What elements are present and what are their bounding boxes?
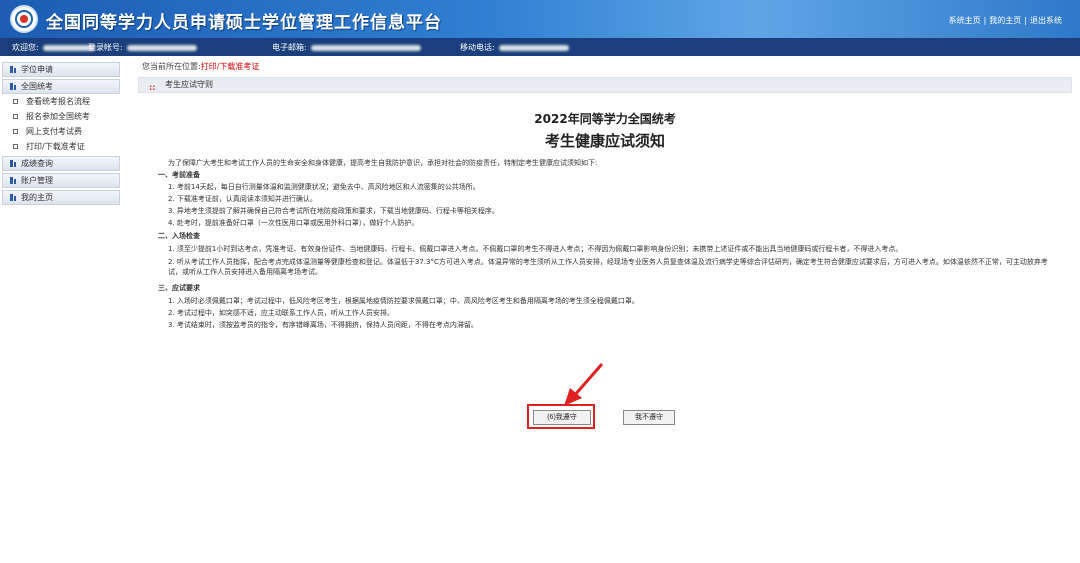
logout-link[interactable]: 退出系统 — [1030, 16, 1062, 25]
breadcrumb-current[interactable]: 打印/下载准考证 — [201, 62, 260, 71]
disagree-button[interactable]: 我不遵守 — [623, 410, 675, 425]
redacted-email — [310, 44, 421, 51]
dots-icon: :: — [149, 83, 156, 92]
panel-header: :: 考生应试守则 — [138, 77, 1072, 93]
site-header: 全国同等学力人员申请硕士学位管理工作信息平台 系统主页 | 我的主页 | 退出系统 — [0, 0, 1080, 38]
sidebar-subitem-print-ticket[interactable]: 打印/下载准考证 — [0, 139, 122, 154]
agree-button[interactable]: (6)我遵守 — [533, 410, 591, 425]
top-links: 系统主页 | 我的主页 | 退出系统 — [948, 16, 1062, 25]
redacted-phone — [498, 44, 569, 51]
red-arrow-icon — [564, 363, 604, 406]
email-field: 电子邮箱: — [272, 42, 421, 53]
sidebar-item-account[interactable]: 账户管理 — [2, 173, 120, 188]
sidebar-item-my-page[interactable]: 我的主页 — [2, 190, 120, 205]
section-heading: 二、入场检查 — [158, 232, 200, 240]
main-content: 您当前所在位置:打印/下载准考证 :: 考生应试守则 2022年同等学力全国统考 … — [138, 60, 1072, 429]
square-bullet-icon — [13, 114, 18, 119]
redacted-account — [126, 44, 197, 51]
account-field: 登录帐号: — [88, 42, 197, 53]
panel-title: 考生应试守则 — [165, 80, 213, 89]
sidebar-item-score-query[interactable]: 成绩查询 — [2, 156, 120, 171]
intro-paragraph: 为了保障广大考生和考试工作人员的生命安全和身体健康，提高考生自我防护意识，承担对… — [168, 159, 598, 167]
sidebar: 学位申请 全国统考 查看统考报名流程 报名参加全国统考 网上支付考试费 打印/下… — [0, 60, 122, 563]
section-line: 1. 须至少提前1小时到达考点，凭准考证、有效身份证件、当地健康码、行程卡、佩戴… — [168, 245, 903, 253]
square-bullet-icon — [13, 129, 18, 134]
square-bullet-icon — [13, 99, 18, 104]
section-heading: 三、应试要求 — [158, 284, 200, 292]
sidebar-item-degree-application[interactable]: 学位申请 — [2, 62, 120, 77]
bar-chart-icon — [10, 66, 16, 73]
redacted-name — [42, 44, 95, 51]
bar-chart-icon — [10, 177, 16, 184]
section-line: 2. 考试过程中，如突感不适，应主动联系工作人员，听从工作人员安排。 — [168, 309, 394, 317]
section-line: 1. 入场时必须佩戴口罩；考试过程中，低风险考区考生，根据属地疫情防控要求佩戴口… — [168, 297, 639, 305]
phone-field: 移动电话: — [460, 42, 569, 53]
home-link[interactable]: 系统主页 — [949, 16, 981, 25]
breadcrumb: 您当前所在位置:打印/下载准考证 — [142, 62, 260, 71]
site-logo-icon — [10, 5, 38, 33]
sidebar-subitem-pay-fee[interactable]: 网上支付考试费 — [0, 124, 122, 139]
sidebar-item-national-exam[interactable]: 全国统考 — [2, 79, 120, 94]
section-line: 3. 考试结束时，须按监考员的指令，有序错峰离场，不得拥挤，保持人员间距，不得在… — [168, 321, 478, 329]
bar-chart-icon — [10, 83, 16, 90]
my-page-link[interactable]: 我的主页 — [989, 16, 1021, 25]
user-info-bar: 欢迎您: 登录帐号: 电子邮箱: 移动电话: — [0, 38, 1080, 56]
bar-chart-icon — [10, 194, 16, 201]
section-line: 3. 异地考生须提前了解并确保自己符合考试所在地防疫政策和要求，下载当地健康码、… — [168, 207, 499, 215]
section-line: 2. 下载准考证前，认真阅读本须知并进行确认。 — [168, 195, 317, 203]
welcome-field: 欢迎您: — [12, 42, 95, 53]
sidebar-subitem-register-exam[interactable]: 报名参加全国统考 — [0, 109, 122, 124]
section-heading: 一、考前准备 — [158, 171, 200, 179]
section-line: 2. 听从考试工作人员指挥，配合考点完成体温测量等健康检查和登记。体温低于37.… — [168, 258, 1048, 276]
document-title: 考生健康应试须知 — [544, 132, 665, 150]
sidebar-subitem-view-process[interactable]: 查看统考报名流程 — [0, 94, 122, 109]
square-bullet-icon — [13, 144, 18, 149]
section-line: 4. 赴考时，提前准备好口罩（一次性医用口罩或医用外科口罩），做好个人防护。 — [168, 219, 419, 227]
section-line: 1. 考前14天起，每日自行测量体温和监测健康状况；避免去中、高风险地区和人流密… — [168, 183, 480, 191]
document-subtitle: 2022年同等学力全国统考 — [534, 112, 676, 126]
site-title: 全国同等学力人员申请硕士学位管理工作信息平台 — [46, 13, 442, 33]
bar-chart-icon — [10, 160, 16, 167]
